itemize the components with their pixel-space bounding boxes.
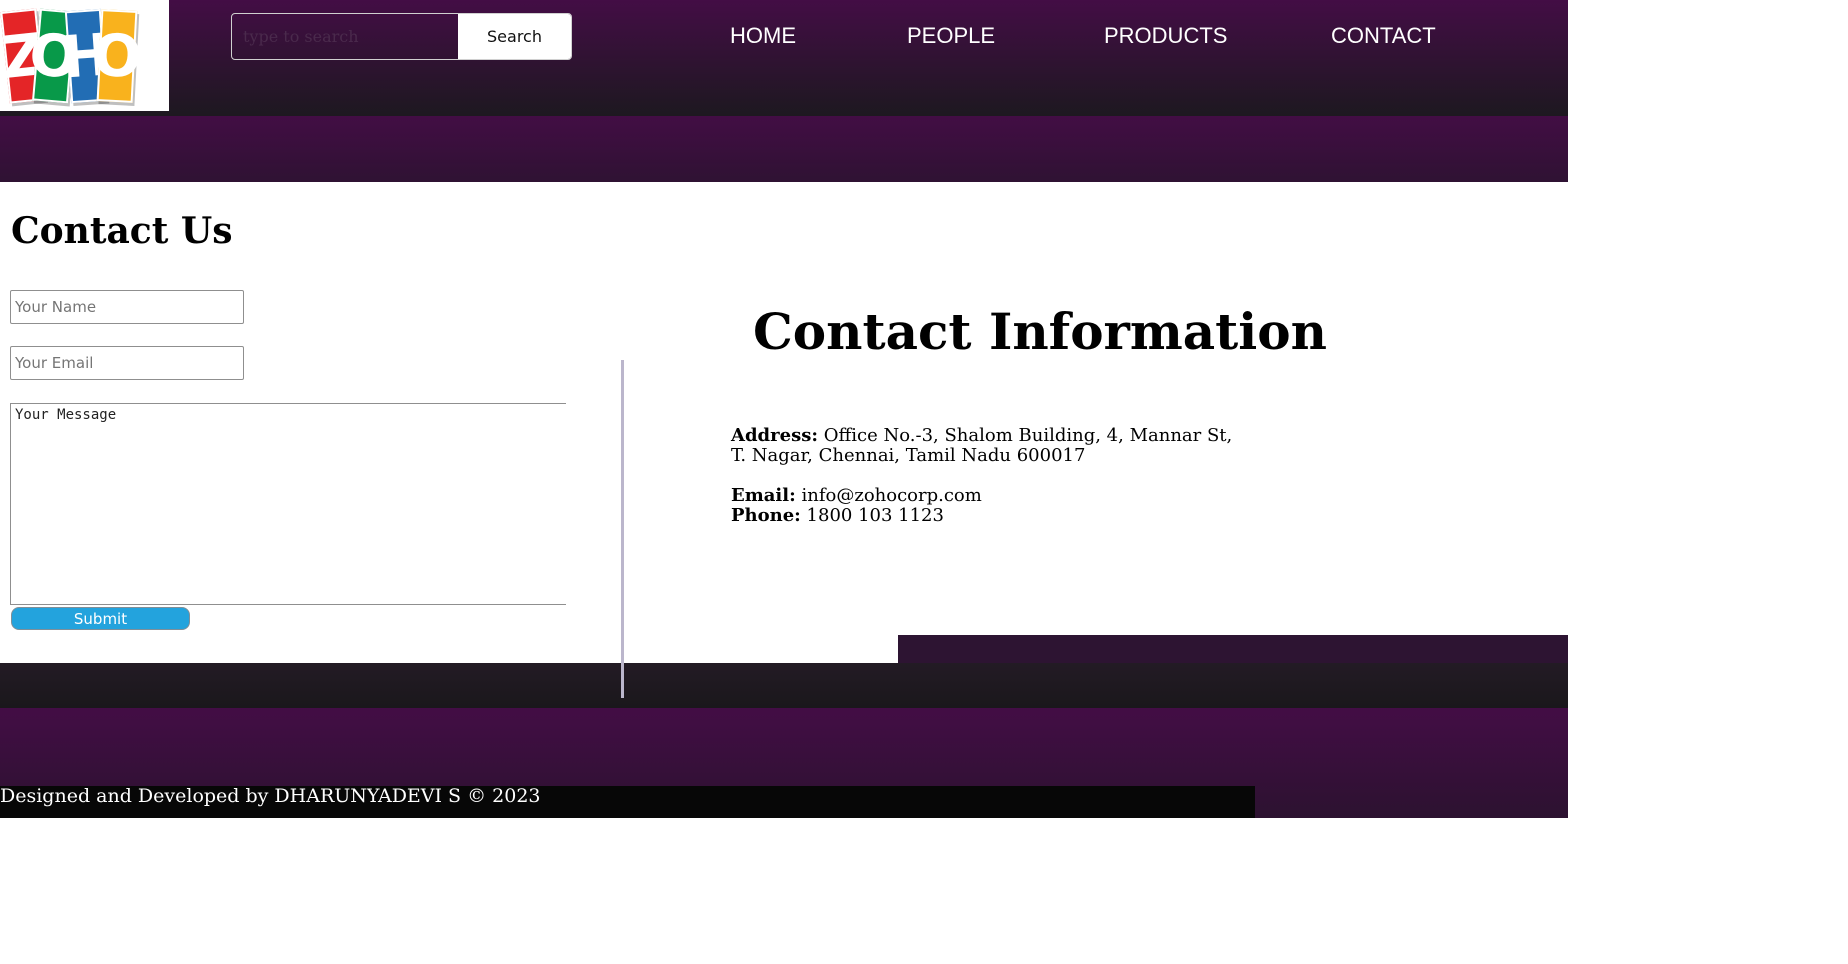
- address-line: Address: Office No.-3, Shalom Building, …: [731, 426, 1251, 466]
- search-form: Search: [231, 13, 572, 60]
- address-label: Address:: [731, 425, 818, 446]
- phone-label: Phone:: [731, 505, 801, 526]
- message-field[interactable]: [10, 403, 566, 605]
- lower-band: [0, 663, 1568, 708]
- logo-letter-o-2: O: [91, 9, 143, 103]
- decorative-block: [898, 635, 1568, 663]
- search-button[interactable]: Search: [458, 14, 571, 59]
- site-header: Z O H O Search HOME PEOPLE PRODUCTS CONT…: [0, 0, 1568, 116]
- email-value: info@zohocorp.com: [801, 485, 982, 506]
- contact-details: Address: Office No.-3, Shalom Building, …: [731, 426, 1251, 526]
- email-label: Email:: [731, 485, 796, 506]
- name-field[interactable]: [10, 290, 244, 324]
- vertical-divider: [621, 360, 624, 698]
- header-band: [0, 116, 1568, 182]
- nav-home[interactable]: HOME: [730, 23, 796, 49]
- footer-credit: Designed and Developed by DHARUNYADEVI S…: [0, 785, 541, 807]
- contact-information-heading: Contact Information: [753, 302, 1327, 361]
- email-field[interactable]: [10, 346, 244, 380]
- nav-people[interactable]: PEOPLE: [907, 23, 995, 49]
- email-line: Email: info@zohocorp.com: [731, 486, 1251, 506]
- phone-value: 1800 103 1123: [806, 505, 944, 526]
- search-input[interactable]: [232, 14, 458, 59]
- nav-contact[interactable]: CONTACT: [1331, 23, 1436, 49]
- zoho-logo[interactable]: Z O H O: [0, 0, 169, 111]
- contact-us-heading: Contact Us: [11, 210, 233, 252]
- submit-button[interactable]: Submit: [11, 607, 190, 630]
- nav-products[interactable]: PRODUCTS: [1104, 23, 1227, 49]
- phone-line: Phone: 1800 103 1123: [731, 506, 1251, 526]
